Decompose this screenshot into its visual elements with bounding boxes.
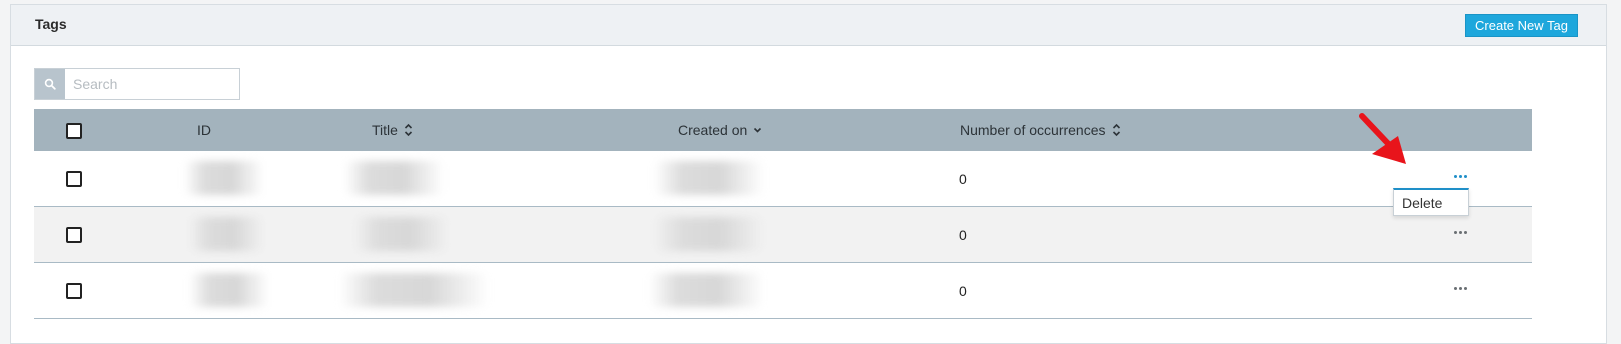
page-title: Tags <box>35 16 67 32</box>
row-checkbox[interactable] <box>66 171 82 187</box>
sort-icon <box>404 123 413 137</box>
redacted-created-on <box>649 273 764 307</box>
delete-menu-item[interactable]: Delete <box>1393 188 1469 216</box>
row-actions-icon[interactable] <box>1454 287 1467 290</box>
redacted-title <box>344 161 444 195</box>
annotation-arrow-icon <box>1359 113 1406 164</box>
row-checkbox[interactable] <box>66 283 82 299</box>
row-checkbox[interactable] <box>66 227 82 243</box>
column-header-title[interactable]: Title <box>372 122 413 138</box>
search-icon[interactable] <box>35 69 65 99</box>
redacted-created-on <box>654 217 764 251</box>
occurrences-cell: 0 <box>959 171 967 187</box>
row-actions-icon[interactable] <box>1454 231 1467 234</box>
table-header: ID Title Created on Number of occurrence… <box>34 109 1532 151</box>
redacted-id <box>189 217 264 251</box>
column-header-created-on[interactable]: Created on <box>678 122 762 138</box>
search-input[interactable] <box>65 69 239 99</box>
column-header-id: ID <box>197 122 211 138</box>
chevron-down-icon <box>754 127 762 133</box>
column-header-created-on-label: Created on <box>678 122 748 138</box>
redacted-title <box>339 273 489 307</box>
table-row: 0 <box>34 263 1532 319</box>
redacted-title <box>354 217 449 251</box>
redacted-id <box>189 273 269 307</box>
column-header-occurrences-label: Number of occurrences <box>960 122 1106 138</box>
table-row: 0 <box>34 207 1532 263</box>
tags-table: ID Title Created on Number of occurrence… <box>34 109 1532 319</box>
redacted-created-on <box>654 161 764 195</box>
column-header-occurrences[interactable]: Number of occurrences <box>960 122 1121 138</box>
occurrences-cell: 0 <box>959 283 967 299</box>
create-new-tag-button[interactable]: Create New Tag <box>1465 14 1578 37</box>
column-header-id-label: ID <box>197 122 211 138</box>
sort-icon <box>1112 123 1120 137</box>
occurrences-cell: 0 <box>959 227 967 243</box>
column-header-title-label: Title <box>372 122 398 138</box>
table-row: 0 <box>34 151 1532 207</box>
panel-header: Tags Create New Tag <box>11 5 1606 46</box>
redacted-id <box>184 161 264 195</box>
select-all-checkbox[interactable] <box>66 123 82 139</box>
row-actions-icon[interactable] <box>1454 175 1467 178</box>
search-box <box>34 68 240 100</box>
